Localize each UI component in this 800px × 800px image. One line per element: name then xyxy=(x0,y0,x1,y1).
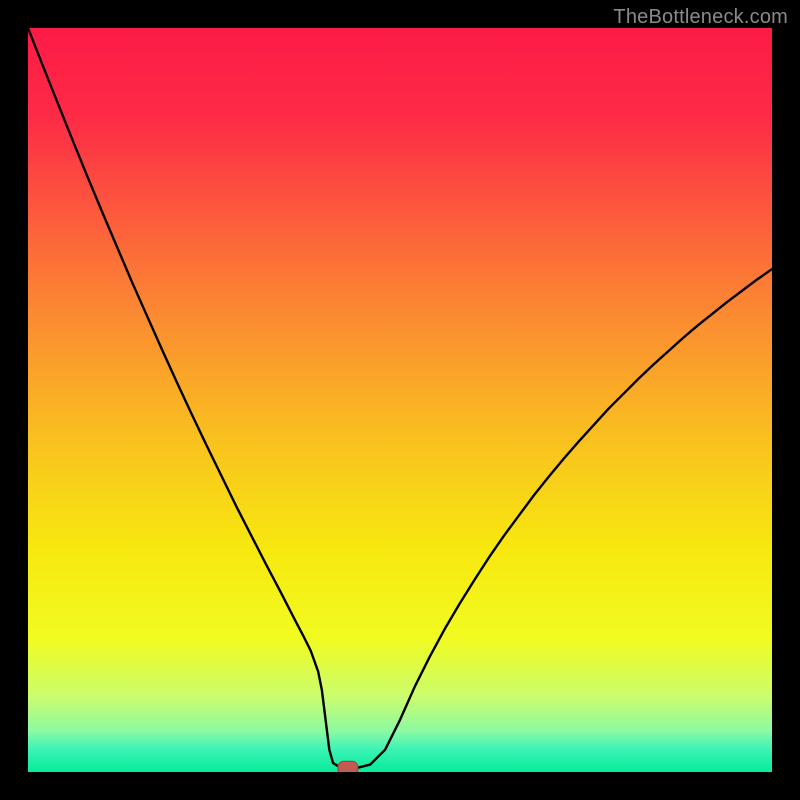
watermark-text: TheBottleneck.com xyxy=(613,6,788,29)
gradient-background xyxy=(28,28,772,772)
optimal-marker xyxy=(338,761,358,772)
bottleneck-plot xyxy=(28,28,772,772)
chart-frame xyxy=(28,28,772,772)
